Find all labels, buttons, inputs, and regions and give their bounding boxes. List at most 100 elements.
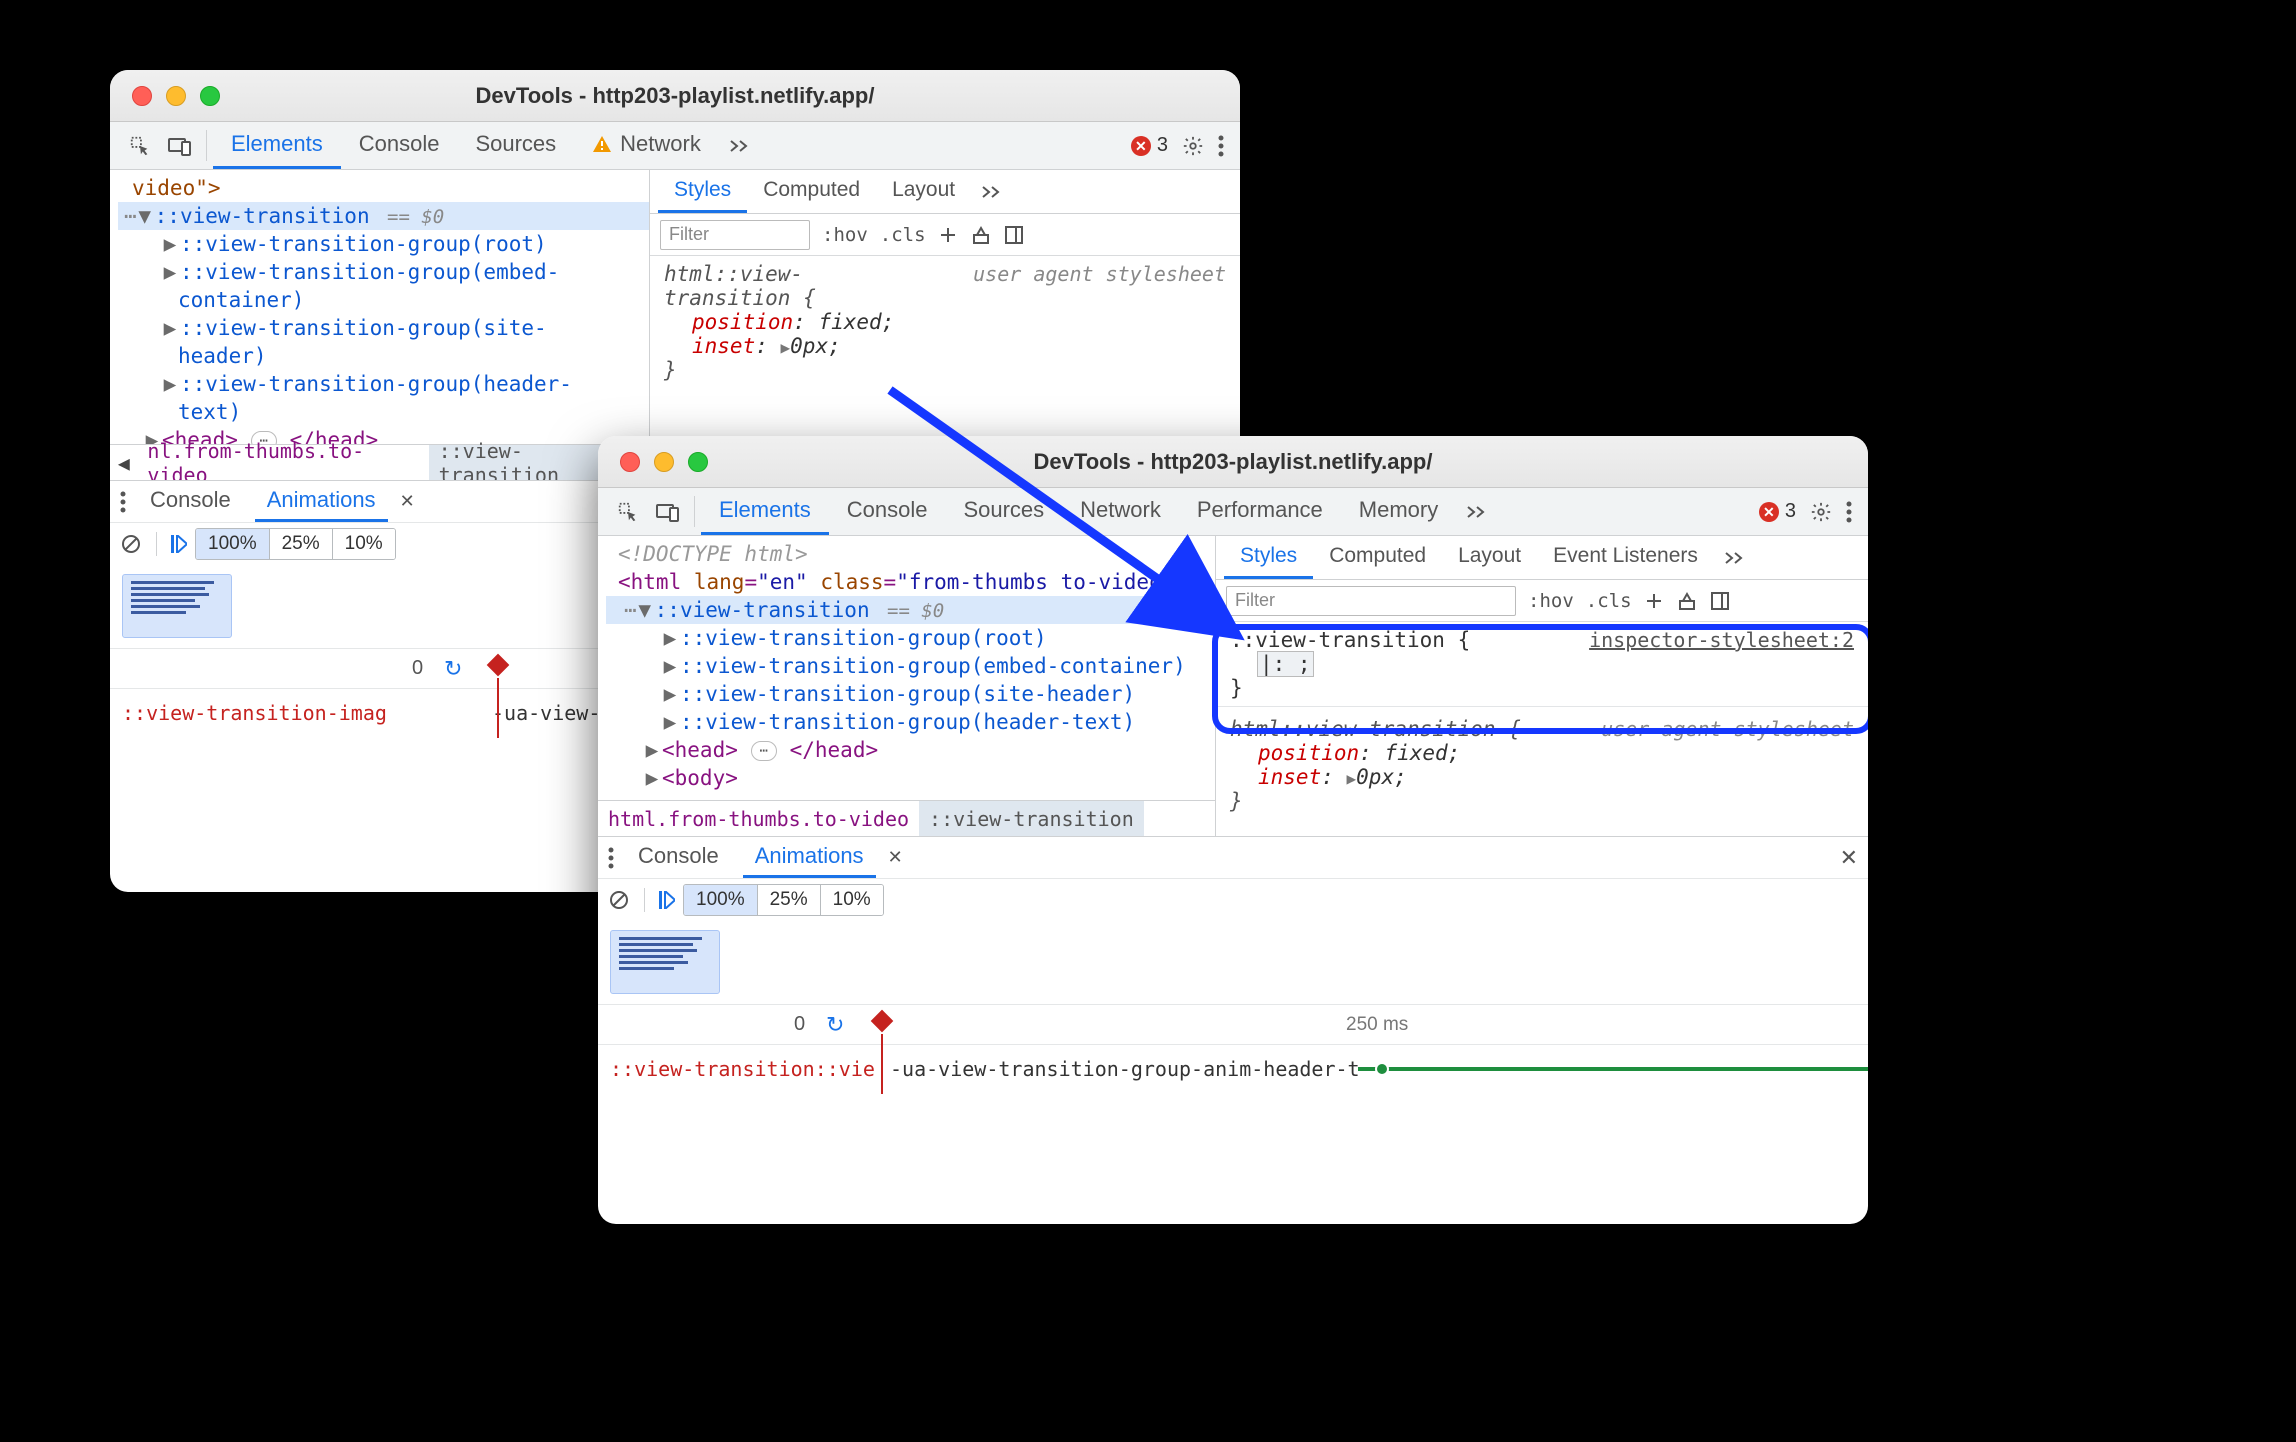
ua-style-rule[interactable]: user agent stylesheethtml::view-transiti… [1216,711,1868,819]
more-tabs-button[interactable] [719,122,759,169]
scroll-left-icon[interactable]: ◀ [110,451,137,475]
event-listeners-tab[interactable]: Event Listeners [1537,536,1714,579]
error-count[interactable]: ✕ 3 [1131,134,1168,157]
tab-sources[interactable]: Sources [945,488,1062,535]
kebab-icon [1218,135,1224,157]
replay-button[interactable]: ↻ [444,656,462,682]
animation-track-row[interactable]: ::view-transition::vie -ua-view-transiti… [598,1044,1868,1092]
styles-tab[interactable]: Styles [658,170,747,213]
speed-25-button[interactable]: 25% [269,529,332,559]
new-style-rule-button[interactable] [1644,591,1664,611]
toggle-cls-button[interactable]: .cls [880,224,926,246]
main-menu-button[interactable] [1846,501,1852,523]
speed-100-button[interactable]: 100% [684,885,757,915]
close-drawer-tab-button[interactable]: ✕ [888,847,903,868]
speed-100-button[interactable]: 100% [196,529,269,559]
drawer-animations-tab[interactable]: Animations [255,481,388,522]
speed-25-button[interactable]: 25% [757,885,820,915]
dom-node-view-transition[interactable]: ⋯▼::view-transition == $0 [606,596,1215,624]
tab-console[interactable]: Console [341,122,458,169]
computed-sidebar-button[interactable] [1710,591,1730,611]
crumb-html[interactable]: nl.from-thumbs.to-video [137,445,428,480]
animation-group-card[interactable] [610,930,720,994]
drawer-console-tab[interactable]: Console [138,481,243,522]
titlebar[interactable]: DevTools - http203-playlist.netlify.app/ [598,436,1868,488]
device-toolbar-icon[interactable] [160,122,200,169]
more-styles-tabs[interactable] [1714,536,1754,579]
close-drawer-button[interactable]: ✕ [1840,845,1858,871]
toggle-cls-button[interactable]: .cls [1586,590,1632,612]
computed-tab[interactable]: Computed [1313,536,1442,579]
toggle-rendering-emulations-button[interactable] [1676,591,1698,611]
tab-network[interactable]: Network [1062,488,1179,535]
close-drawer-tab-button[interactable]: ✕ [400,491,415,512]
more-styles-tabs[interactable] [971,170,1011,213]
tab-elements[interactable]: Elements [701,488,829,535]
replay-button[interactable]: ↻ [826,1012,844,1038]
device-toolbar-icon[interactable] [648,488,688,535]
error-icon: ✕ [1131,136,1151,156]
tab-performance[interactable]: Performance [1179,488,1341,535]
styles-filter-input[interactable]: Filter [1226,586,1516,616]
tab-memory[interactable]: Memory [1341,488,1456,535]
window-title: DevTools - http203-playlist.netlify.app/ [598,449,1868,475]
dom-node-view-transition[interactable]: ⋯▼::view-transition == $0 [118,202,649,230]
styles-panel[interactable]: Styles Computed Layout Filter :hov .cls … [650,170,1240,480]
titlebar[interactable]: DevTools - http203-playlist.netlify.app/ [110,70,1240,122]
main-tabstrip: Elements Console Sources Network ✕ 3 [110,122,1240,170]
main-tabstrip: Elements Console Sources Network Perform… [598,488,1868,536]
drawer-menu-button[interactable] [120,491,126,513]
new-style-rule-button[interactable] [938,225,958,245]
styles-filter-input[interactable]: Filter [660,220,810,250]
animation-groups-strip[interactable] [598,920,1868,1004]
styles-tab[interactable]: Styles [1224,536,1313,579]
animation-group-card[interactable] [122,574,232,638]
playback-speed-group: 100% 25% 10% [195,528,396,560]
new-property-editor[interactable]: |: ; [1258,652,1313,676]
clear-button[interactable] [120,533,142,555]
drawer-console-tab[interactable]: Console [626,837,731,878]
tab-elements[interactable]: Elements [213,122,341,169]
inspect-element-icon[interactable] [608,488,648,535]
play-pause-button[interactable] [659,891,675,909]
drawer-menu-button[interactable] [608,847,614,869]
speed-10-button[interactable]: 10% [820,885,883,915]
elements-panel[interactable]: <!DOCTYPE html> <html lang="en" class="f… [598,536,1216,836]
timeline-ruler[interactable]: 0 ↻ 250 ms [598,1004,1868,1044]
breadcrumb[interactable]: html.from-thumbs.to-video ::view-transit… [598,800,1215,836]
styles-panel[interactable]: Styles Computed Layout Event Listeners F… [1216,536,1868,836]
playhead-marker[interactable] [487,654,510,677]
tab-console[interactable]: Console [829,488,946,535]
breadcrumb[interactable]: ◀ nl.from-thumbs.to-video ::view-transit… [110,444,649,480]
crumb-view-transition[interactable]: ::view-transition [919,801,1144,836]
devtools-window-2: DevTools - http203-playlist.netlify.app/… [598,436,1868,1224]
speed-10-button[interactable]: 10% [332,529,395,559]
main-menu-button[interactable] [1218,135,1224,157]
toggle-hover-button[interactable]: :hov [822,224,868,246]
error-icon: ✕ [1759,502,1779,522]
inspector-stylesheet-rule[interactable]: inspector-stylesheet:2::view-transition … [1216,622,1868,706]
clear-button[interactable] [608,889,630,911]
stylesheet-source-link[interactable]: inspector-stylesheet:2 [1589,628,1854,652]
tab-network[interactable]: Network [574,122,719,169]
toggle-rendering-emulations-button[interactable] [970,225,992,245]
more-tabs-button[interactable] [1456,488,1496,535]
toggle-hover-button[interactable]: :hov [1528,590,1574,612]
error-count[interactable]: ✕ 3 [1759,500,1796,523]
style-rule[interactable]: user agent stylesheethtml::view- transit… [650,256,1240,388]
layout-tab[interactable]: Layout [876,170,971,213]
computed-tab[interactable]: Computed [747,170,876,213]
elements-panel[interactable]: video"> ⋯▼::view-transition == $0 ▶::vie… [110,170,650,480]
computed-sidebar-button[interactable] [1004,225,1024,245]
settings-button[interactable] [1810,501,1832,523]
crumb-html[interactable]: html.from-thumbs.to-video [598,801,919,836]
settings-button[interactable] [1182,135,1204,157]
gear-icon [1182,135,1204,157]
warning-icon [592,135,612,153]
drawer-animations-tab[interactable]: Animations [743,837,876,878]
playhead-marker[interactable] [871,1010,894,1033]
play-pause-button[interactable] [171,535,187,553]
tab-sources[interactable]: Sources [457,122,574,169]
inspect-element-icon[interactable] [120,122,160,169]
layout-tab[interactable]: Layout [1442,536,1537,579]
